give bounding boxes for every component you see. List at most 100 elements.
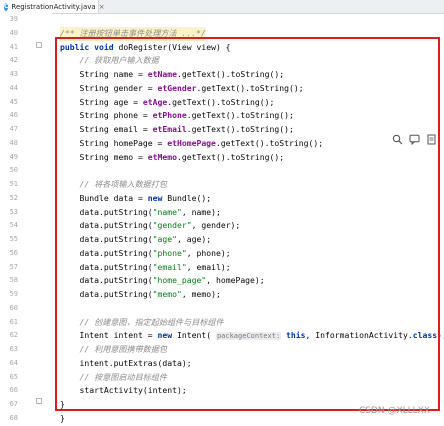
line-number: 53 [9,207,18,216]
code-line[interactable]: 41 public void doRegister(View view) { [0,41,444,55]
code-line[interactable]: 63 // 利用意图携带数据包 [0,343,444,357]
code-line[interactable]: 54 data.putString("gender", gender); [0,219,444,233]
code-token: , InformationActivity. [305,330,413,341]
code-text: String homePage = etHomePage.getText().t… [60,137,323,151]
code-line[interactable]: 42 // 获取用户输入数据 [0,54,444,68]
code-token: .getText().toString(); [176,69,285,79]
java-class-icon: C [4,2,9,11]
code-line[interactable]: 45 String age = etAge.getText().toString… [0,96,444,110]
code-text: data.putString("gender", gender); [60,219,240,233]
code-line[interactable]: 62 Intent intent = new Intent( packageCo… [0,329,444,343]
code-text: // 将各项输入数据打包 [60,178,166,192]
code-line[interactable]: 65 // 按意图启动目标组件 [0,371,444,385]
code-line[interactable]: 43 String name = etName.getText().toStri… [0,68,444,82]
code-token: etName [147,69,177,79]
code-line[interactable]: 48 String homePage = etHomePage.getText(… [0,137,444,151]
code-token: etAge [142,96,168,107]
code-token: intent.putExtras(data); [60,357,192,368]
code-token: String homePage = [60,137,168,148]
code-line[interactable]: 58 data.putString("home_page", homePage)… [0,274,444,288]
code-text: data.putString("age", age); [60,233,211,247]
line-number: 42 [9,56,18,65]
code-token: , email); [186,261,231,272]
fold-marker-icon[interactable] [36,398,42,404]
line-number: 49 [9,152,18,161]
line-number: 50 [9,166,18,175]
code-token: etHomePage [167,137,216,148]
code-token: } [60,412,65,423]
close-tab-icon[interactable]: × [99,3,105,11]
code-token: data.putString( [60,220,153,231]
code-line[interactable]: 61 // 创建意图，指定起始组件与目标组件 [0,316,444,330]
code-line[interactable]: 66 startActivity(intent); [0,384,444,398]
line-number: 67 [9,400,18,408]
line-number: 54 [9,221,18,230]
code-text: // 利用意图携带数据包 [60,343,166,357]
code-token: .getText().toString(); [186,124,294,134]
tab-registration-activity[interactable]: C RegistrationActivity.java × [0,0,105,13]
code-text: String email = etEmail.getText().toStrin… [60,123,294,137]
line-number: 52 [9,193,18,202]
code-line[interactable]: 55 data.putString("age", age); [0,233,444,247]
code-token: doRegister(View view) { [118,41,231,52]
line-number: 41 [9,42,18,51]
code-line[interactable]: 49 String memo = etMemo.getText().toStri… [0,151,444,165]
code-line[interactable]: 51 // 将各项输入数据打包 [0,178,444,192]
code-token: data.putString( [60,247,153,258]
code-token: this [286,330,306,341]
line-number: 40 [9,28,18,37]
code-token: , age); [176,234,212,244]
code-line[interactable]: 52 Bundle data = new Bundle(); [0,192,444,206]
document-icon[interactable] [426,134,437,145]
code-token: etMemo [147,151,177,162]
code-token: } [60,399,65,409]
line-number: 64 [9,358,18,367]
code-line[interactable]: 50 [0,164,444,178]
code-token: Intent( [176,330,216,341]
line-number: 59 [9,290,18,298]
code-text: data.putString("memo", memo); [60,288,220,302]
comment-icon[interactable] [409,134,420,145]
code-line[interactable]: 47 String email = etEmail.getText().toSt… [0,123,444,137]
code-line[interactable]: 56 data.putString("phone", phone); [0,247,444,261]
code-token: class [412,330,438,341]
code-text [60,13,109,27]
line-number: 65 [9,372,18,381]
code-line[interactable]: 40 /** 注册按钮单击事件处理方法 ...*/ [0,26,444,41]
code-text: String age = etAge.getText().toString(); [60,96,274,110]
code-line[interactable]: 57 data.putString("email", email); [0,261,444,275]
code-line[interactable]: 44 String gender = etGender.getText().to… [0,82,444,96]
code-token: String name = [60,69,148,79]
code-token: data.putString( [60,289,153,299]
code-text: String name = etName.getText().toString(… [60,68,284,82]
code-line[interactable]: 60 [0,302,444,316]
line-number: 39 [9,15,18,23]
code-line[interactable]: 46 String phone = etPhone.getText().toSt… [0,109,444,123]
line-number: 57 [9,262,18,271]
line-number: 62 [9,331,18,340]
code-token: , phone); [186,247,231,258]
line-number: 63 [9,345,18,353]
code-token: public void [60,41,119,52]
line-number: 60 [9,303,18,312]
code-token: // 获取用户输入数据 [60,55,159,66]
code-text: // 创建意图，指定起始组件与目标组件 [60,316,223,330]
code-text: public void doRegister(View view) { [60,41,231,55]
code-line[interactable]: 39 [0,13,444,27]
code-text: intent.putExtras(data); [60,357,192,371]
code-token: new [147,192,168,203]
line-number: 66 [9,386,18,395]
code-line[interactable]: 59 data.putString("memo", memo); [0,288,444,302]
line-number: 45 [9,97,18,106]
code-token: "email" [152,261,187,272]
fold-marker-icon[interactable] [36,42,42,48]
editor-tab-bar: C RegistrationActivity.java × [0,0,444,14]
watermark: CSDN @XLLLXX [358,406,430,416]
code-token: String phone = [60,110,153,121]
code-text: /** 注册按钮单击事件处理方法 ...*/ [60,26,206,41]
code-line[interactable]: 64 intent.putExtras(data); [0,357,444,371]
magnifier-icon[interactable] [392,134,403,145]
code-text: data.putString("phone", phone); [60,247,231,261]
code-line[interactable]: 53 data.putString("name", name); [0,206,444,220]
